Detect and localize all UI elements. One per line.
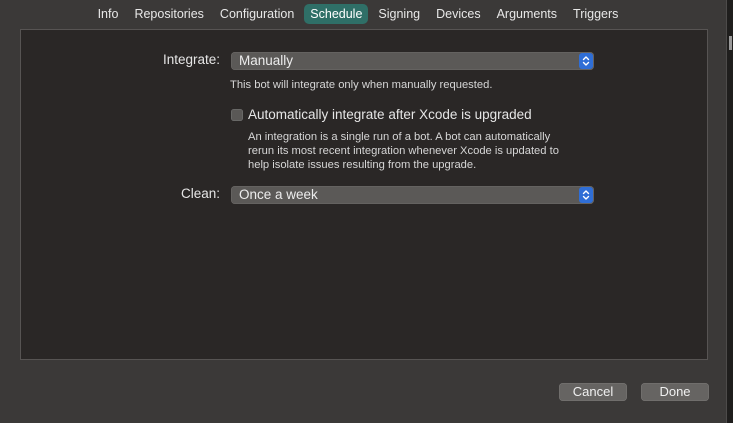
clean-value: Once a week [239, 187, 318, 202]
window-edge [726, 0, 733, 423]
auto-integrate-hint-line-2: rerun its most recent integration whenev… [248, 145, 559, 157]
tab-repositories[interactable]: Repositories [128, 4, 209, 24]
bot-settings-sheet: Info Repositories Configuration Schedule… [0, 0, 733, 423]
cancel-button[interactable]: Cancel [559, 383, 627, 401]
clean-popup[interactable]: Once a week [231, 186, 594, 204]
integrate-hint: This bot will integrate only when manual… [230, 79, 493, 91]
integrate-label: Integrate: [162, 52, 220, 67]
tab-devices[interactable]: Devices [430, 4, 486, 24]
popup-stepper-icon [579, 53, 593, 69]
auto-integrate-hint-line-1: An integration is a single run of a bot.… [248, 131, 551, 143]
tab-configuration[interactable]: Configuration [214, 4, 300, 24]
popup-stepper-icon [579, 187, 593, 203]
done-button[interactable]: Done [641, 383, 709, 401]
tab-signing[interactable]: Signing [372, 4, 426, 24]
scroll-indicator-icon [729, 36, 732, 50]
integrate-popup[interactable]: Manually [231, 52, 594, 70]
clean-label: Clean: [180, 186, 220, 201]
auto-integrate-label[interactable]: Automatically integrate after Xcode is u… [248, 107, 532, 122]
tab-info[interactable]: Info [92, 4, 125, 24]
auto-integrate-checkbox[interactable] [231, 109, 243, 121]
tab-arguments[interactable]: Arguments [491, 4, 563, 24]
auto-integrate-hint-line-3: help isolate issues resulting from the u… [248, 159, 477, 171]
tab-bar: Info Repositories Configuration Schedule… [0, 0, 726, 28]
tab-schedule[interactable]: Schedule [304, 4, 369, 24]
integrate-value: Manually [239, 53, 294, 68]
tab-triggers[interactable]: Triggers [567, 4, 624, 24]
